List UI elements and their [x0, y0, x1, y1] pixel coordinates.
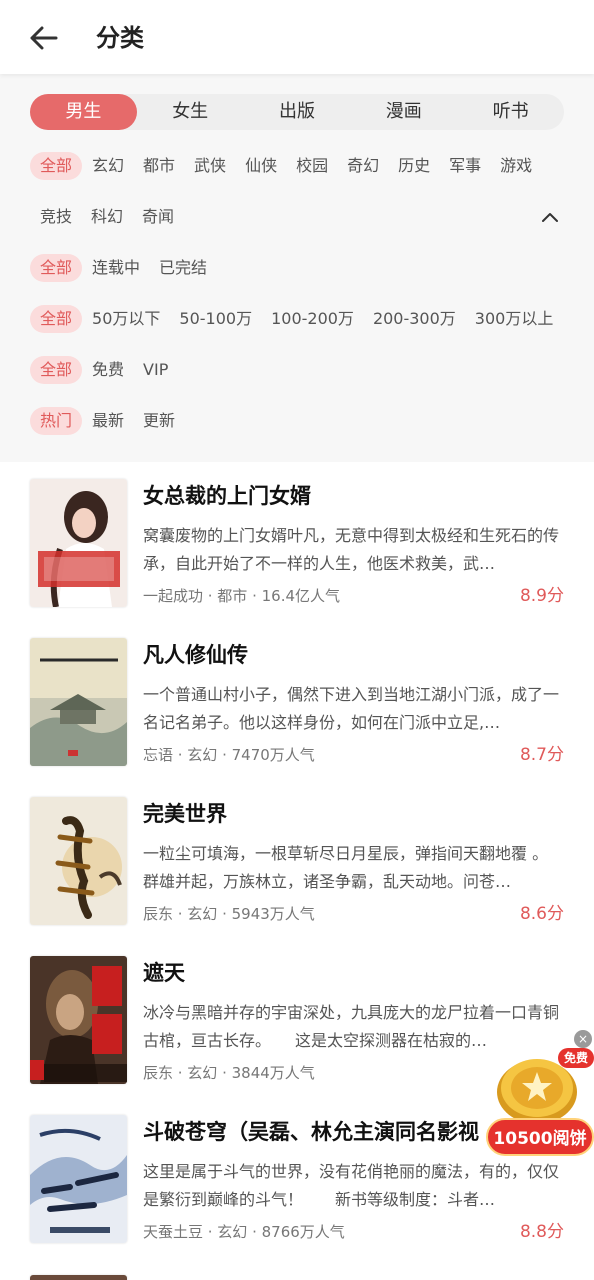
genre-all-chip[interactable]: 全部	[30, 152, 83, 180]
wordcount-all-chip[interactable]: 全部	[30, 305, 83, 333]
price-filter-row: 全部 免费 VIP	[30, 356, 187, 384]
genre-chip[interactable]: 仙侠	[245, 152, 277, 180]
tab-female[interactable]: 女生	[137, 94, 244, 130]
book-meta: 忘语 · 玄幻 · 7470万人气	[143, 746, 315, 764]
wordcount-chip[interactable]: 50-100万	[179, 305, 252, 333]
book-title[interactable]: 女总裁的上门女婿	[143, 480, 311, 512]
book-item[interactable]: 女总裁的上门女婿 窝囊废物的上门女婿叶凡，无意中得到太极经和生死石的传承，自此开…	[0, 462, 594, 622]
back-button[interactable]	[22, 18, 66, 58]
reward-amount[interactable]: 10500阅饼	[486, 1118, 594, 1156]
book-cover[interactable]	[30, 479, 127, 607]
wordcount-chip[interactable]: 100-200万	[271, 305, 354, 333]
genre-chip[interactable]: 游戏	[500, 152, 532, 180]
genre-chip[interactable]: 校园	[296, 152, 328, 180]
reward-promo[interactable]: × 免费 10500阅饼	[486, 1030, 594, 1158]
filter-panel: 男生 女生 出版 漫画 听书 全部 玄幻 都市 武侠 仙侠 校园 奇幻 历史 军…	[0, 74, 594, 462]
price-chip[interactable]: 免费	[92, 356, 124, 384]
genre-chip[interactable]: 历史	[398, 152, 430, 180]
book-cover[interactable]	[30, 638, 127, 766]
genre-chip[interactable]: 奇闻	[142, 203, 174, 231]
genre-chip[interactable]: 都市	[143, 152, 175, 180]
book-cover[interactable]	[30, 956, 127, 1084]
tab-comic[interactable]: 漫画	[350, 94, 457, 130]
genre-chip[interactable]: 科幻	[91, 203, 123, 231]
genre-filter-row: 全部 玄幻 都市 武侠 仙侠 校园 奇幻 历史 军事 游戏	[30, 152, 551, 180]
book-meta: 天蚕土豆 · 玄幻 · 8766万人气	[143, 1223, 345, 1241]
category-tabs: 男生 女生 出版 漫画 听书	[30, 94, 564, 130]
arrow-left-icon	[30, 26, 58, 50]
book-cover[interactable]	[30, 797, 127, 925]
book-cover[interactable]	[30, 1115, 127, 1243]
book-meta: 辰东 · 玄幻 · 3844万人气	[143, 1064, 315, 1082]
tab-publish[interactable]: 出版	[244, 94, 351, 130]
book-item[interactable]: 凡人修仙传 一个普通山村小子，偶然下进入到当地江湖小门派，成了一名记名弟子。他以…	[0, 621, 594, 781]
book-score: 8.8分	[519, 1222, 564, 1242]
book-score: 8.6分	[519, 904, 564, 924]
book-description: 窝囊废物的上门女婿叶凡，无意中得到太极经和生死石的传承，自此开始了不一样的人生，…	[143, 526, 560, 573]
sort-filter-row: 热门 最新 更新	[30, 407, 194, 435]
wordcount-chip[interactable]: 300万以上	[475, 305, 554, 333]
price-chip[interactable]: VIP	[143, 356, 168, 384]
genre-chip[interactable]: 玄幻	[92, 152, 124, 180]
wordcount-chip[interactable]: 200-300万	[373, 305, 456, 333]
genre-chip[interactable]: 奇幻	[347, 152, 379, 180]
free-badge: 免费	[558, 1048, 594, 1068]
tab-audio[interactable]: 听书	[457, 94, 564, 130]
top-bar: 分类	[0, 0, 594, 74]
sort-chip[interactable]: 更新	[143, 407, 175, 435]
genre-filter-row-2: 竞技 科幻 奇闻	[40, 203, 193, 231]
book-description: 一个普通山村小子，偶然下进入到当地江湖小门派，成了一名记名弟子。他以这样身份，如…	[143, 685, 560, 732]
status-chip[interactable]: 连载中	[92, 254, 140, 282]
close-icon[interactable]: ×	[574, 1030, 592, 1048]
book-title[interactable]: 完美世界	[143, 798, 227, 830]
sort-hot-chip[interactable]: 热门	[30, 407, 83, 435]
wordcount-chip[interactable]: 50万以下	[92, 305, 160, 333]
page-title: 分类	[96, 24, 144, 52]
book-score: 8.7分	[519, 745, 564, 765]
genre-chip[interactable]: 竞技	[40, 203, 72, 231]
status-all-chip[interactable]: 全部	[30, 254, 83, 282]
book-item[interactable]: 完美世界 一粒尘可填海，一根草斩尽日月星辰，弹指间天翻地覆 。 群雄并起，万族林…	[0, 780, 594, 940]
price-all-chip[interactable]: 全部	[30, 356, 83, 384]
book-description: 这里是属于斗气的世界，没有花俏艳丽的魔法，有的，仅仅是繁衍到巅峰的斗气！ 新书等…	[143, 1162, 560, 1209]
chevron-up-icon	[542, 213, 558, 222]
book-description: 一粒尘可填海，一根草斩尽日月星辰，弹指间天翻地覆 。 群雄并起，万族林立，诸圣争…	[143, 844, 549, 891]
status-filter-row: 全部 连载中 已完结	[30, 254, 226, 282]
book-meta: 辰东 · 玄幻 · 5943万人气	[143, 905, 315, 923]
collapse-filters-button[interactable]	[538, 205, 562, 229]
status-chip[interactable]: 已完结	[159, 254, 207, 282]
book-cover[interactable]	[30, 1275, 127, 1280]
sort-chip[interactable]: 最新	[92, 407, 124, 435]
book-meta: 一起成功 · 都市 · 16.4亿人气	[143, 587, 341, 605]
wordcount-filter-row: 全部 50万以下 50-100万 100-200万 200-300万 300万以…	[30, 305, 572, 333]
tab-male[interactable]: 男生	[30, 94, 137, 130]
genre-chip[interactable]: 军事	[449, 152, 481, 180]
book-title[interactable]: 凡人修仙传	[143, 639, 248, 671]
genre-chip[interactable]: 武侠	[194, 152, 226, 180]
book-title[interactable]: 斗破苍穹（吴磊、林允主演同名影视	[143, 1116, 479, 1148]
book-title[interactable]: 遮天	[143, 957, 185, 989]
book-score: 8.9分	[519, 586, 564, 606]
book-item-partial[interactable]	[0, 1258, 594, 1280]
